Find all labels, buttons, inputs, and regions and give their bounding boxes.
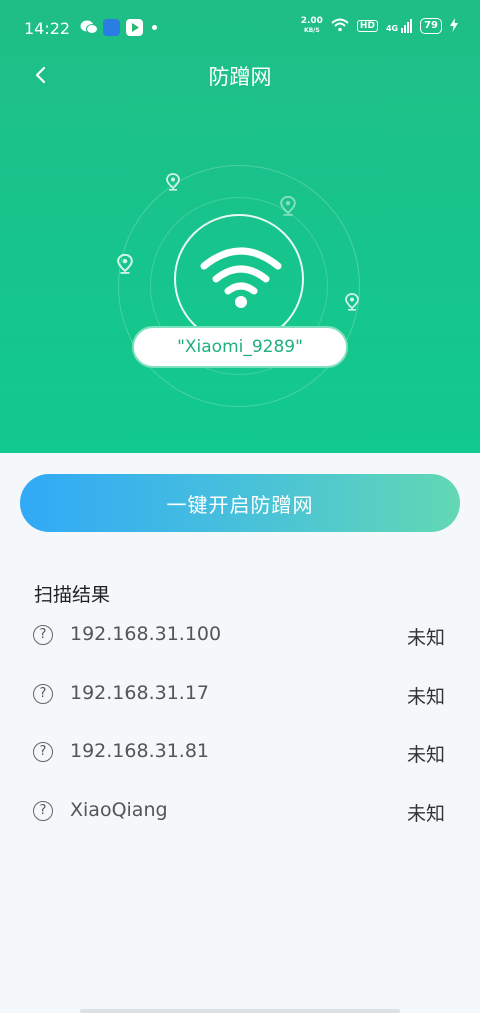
battery-indicator: 79	[420, 18, 442, 34]
hd-badge: HD	[356, 20, 378, 32]
device-name: 192.168.31.81	[70, 740, 210, 762]
device-row[interactable]: ? 192.168.31.100 未知	[0, 617, 480, 657]
device-status: 未知	[406, 744, 445, 766]
wifi-signal-icon	[331, 18, 349, 35]
location-pin-icon	[117, 253, 133, 274]
device-status: 未知	[406, 803, 445, 825]
status-time: 14:22	[24, 19, 71, 38]
device-status: 未知	[406, 686, 445, 708]
status-indicators: 2.00 KB/S HD 4G 79	[301, 17, 458, 35]
more-notifications-dot	[152, 25, 157, 30]
enable-protection-button[interactable]: 一键开启防蹭网	[20, 474, 460, 532]
wifi-status-circle	[174, 214, 304, 344]
cell-signal-icon: 4G	[386, 19, 413, 33]
device-name: 192.168.31.17	[70, 682, 210, 704]
video-app-icon	[126, 19, 143, 36]
question-mark-icon: ?	[33, 625, 53, 645]
location-pin-icon	[280, 195, 296, 216]
device-name: 192.168.31.100	[70, 623, 222, 645]
wifi-icon	[200, 247, 282, 308]
home-indicator	[80, 1009, 400, 1013]
page-title: 防蹭网	[208, 65, 272, 89]
location-pin-icon	[166, 173, 180, 191]
app-notification-icon	[103, 19, 120, 36]
charging-icon	[450, 17, 458, 35]
location-pin-icon	[345, 293, 359, 311]
wechat-icon	[80, 19, 98, 36]
device-name: XiaoQiang	[70, 799, 168, 821]
question-mark-icon: ?	[33, 801, 53, 821]
question-mark-icon: ?	[33, 684, 53, 704]
notification-icons	[80, 19, 157, 36]
device-row[interactable]: ? 192.168.31.81 未知	[0, 734, 480, 774]
wifi-ssid-label: "Xiaomi_9289"	[132, 326, 348, 368]
network-speed: 2.00 KB/S	[300, 16, 323, 35]
device-status: 未知	[406, 627, 445, 649]
scan-results-title: 扫描结果	[34, 584, 111, 606]
device-row[interactable]: ? 192.168.31.17 未知	[0, 676, 480, 716]
question-mark-icon: ?	[33, 742, 53, 762]
device-row[interactable]: ? XiaoQiang 未知	[0, 793, 480, 833]
status-bar: 14:22 2.00 KB/S HD 4G 79	[0, 0, 480, 58]
